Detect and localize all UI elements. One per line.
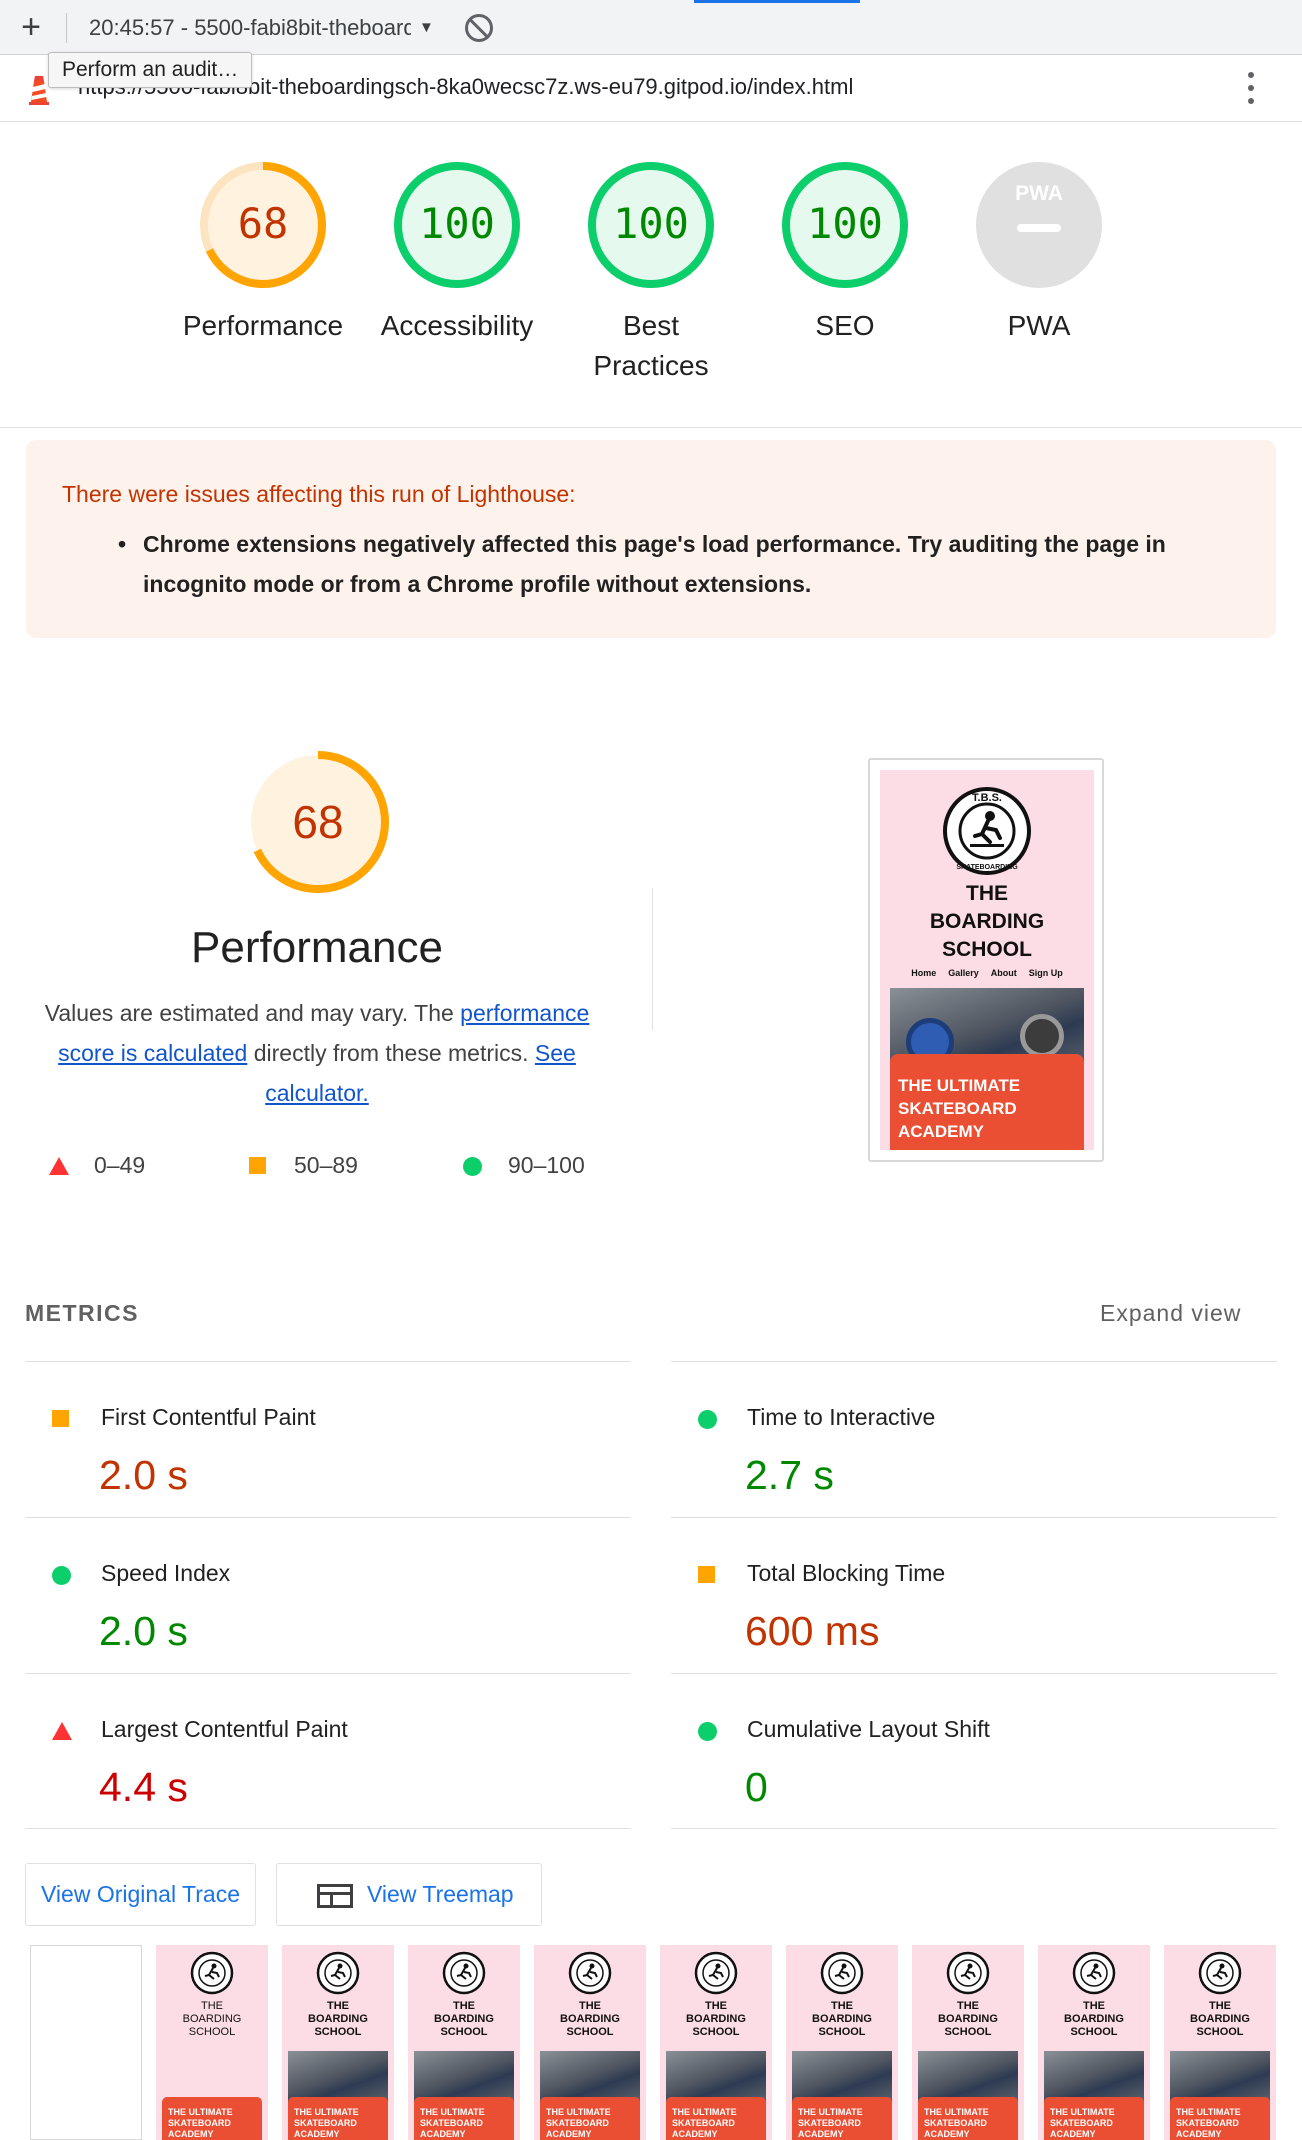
tbs-logo-icon (316, 1951, 360, 1995)
gauge-label: PWA (1007, 310, 1071, 341)
tbs-logo-icon (820, 1951, 864, 1995)
performance-title: Performance (191, 923, 443, 972)
plus-icon: + (21, 8, 41, 46)
screenshot-nav: Home Gallery About Sign Up (911, 968, 1063, 978)
gauge-performance-ring: 68 (200, 162, 326, 288)
filmstrip-frame: THE BOARDING SCHOOL THE ULTIMATE SKATEBOARD A… (1038, 1945, 1150, 2140)
tbs-logo-icon (1198, 1951, 1242, 1995)
filmstrip: THE BOARDING SCHOOL THE ULTIMATE SKATEBOARD A… (30, 1945, 1280, 2140)
metric-tbt: Total Blocking Time 600 ms (671, 1517, 1277, 1673)
report-selector[interactable]: 20:45:57 - 5500-fabi8bit-theboardingsch ▼ (89, 13, 434, 43)
gauge-performance[interactable]: 68 Performance (178, 158, 348, 346)
pass-circle-icon (698, 1722, 717, 1741)
tbs-logo-icon (442, 1951, 486, 1995)
gauge-pwa[interactable]: PWA PWA (954, 158, 1124, 346)
warning-title: There were issues affecting this run of … (62, 481, 576, 507)
metric-cls: Cumulative Layout Shift 0 (671, 1673, 1277, 1829)
gauge-seo[interactable]: 100 SEO (760, 158, 930, 346)
pass-circle-icon (463, 1157, 482, 1176)
gauge-label: Performance (182, 310, 344, 341)
final-screenshot-page: T.B.S. SKATEBOARDING THE BOARDING SCHOOL… (880, 770, 1094, 1150)
pwa-badge-icon: PWA (976, 162, 1102, 288)
svg-text:PWA: PWA (1015, 182, 1063, 205)
gauge-label: Best Practices (593, 310, 709, 381)
filmstrip-frame: THE BOARDING SCHOOL THE ULTIMATE SKATEBOARD A… (786, 1945, 898, 2140)
average-square-icon (698, 1566, 715, 1583)
fail-triangle-icon (52, 1722, 72, 1740)
svg-text:68: 68 (292, 796, 343, 848)
performance-gauge: 68 (247, 751, 389, 893)
filmstrip-frame: THE BOARDING SCHOOL THE ULTIMATE SKATEBOARD A… (912, 1945, 1024, 2140)
filmstrip-frame: THE BOARDING SCHOOL THE ULTIMATE SKATEBOARD A… (408, 1945, 520, 2140)
tbs-logo-icon (694, 1951, 738, 1995)
filmstrip-frame: THE BOARDING SCHOOL THE ULTIMATE SKATEBOARD A… (534, 1945, 646, 2140)
gauge-accessibility[interactable]: 100 Accessibility (372, 158, 542, 346)
new-audit-button[interactable]: + (14, 10, 48, 44)
pass-circle-icon (52, 1566, 71, 1585)
toolbar-divider (66, 13, 67, 43)
dropdown-caret-icon: ▼ (419, 19, 434, 36)
clear-icon[interactable] (465, 14, 493, 42)
run-warnings: There were issues affecting this run of … (26, 440, 1276, 638)
active-indicator (694, 0, 860, 3)
metric-tti: Time to Interactive 2.7 s (671, 1361, 1277, 1517)
category-gauges: 68 Performance 100 Accessibility 100 Bes… (0, 122, 1302, 428)
metric-fcp: First Contentful Paint 2.0 s (25, 1361, 631, 1517)
hero-banner: THE ULTIMATE SKATEBOARD ACADEMY (890, 1054, 1084, 1150)
warning-item: Chrome extensions negatively affected th… (143, 531, 1166, 597)
gauge-label: SEO (815, 310, 875, 341)
gauge-seo-ring: 100 (782, 162, 908, 288)
kebab-menu-icon[interactable] (1240, 70, 1262, 106)
metrics-divider (25, 1828, 631, 1829)
svg-text:68: 68 (238, 199, 289, 248)
tbs-logo-icon (190, 1951, 234, 1995)
gauge-best-practices[interactable]: 100 Best Practices (566, 158, 736, 386)
svg-text:100: 100 (613, 199, 689, 248)
fail-triangle-icon (49, 1157, 69, 1175)
svg-text:100: 100 (807, 199, 883, 248)
filmstrip-frame: THE BOARDING SCHOOL THE ULTIMATE SKATEBOARD A… (660, 1945, 772, 2140)
svg-text:SKATEBOARDING: SKATEBOARDING (956, 864, 1018, 871)
metrics-divider (671, 1828, 1277, 1829)
performance-description: Values are estimated and may vary. The p… (44, 1000, 590, 1106)
expand-view-toggle[interactable]: Expand view (1100, 1300, 1241, 1327)
report-selector-label: 20:45:57 - 5500-fabi8bit-theboardingsch (89, 15, 411, 40)
lighthouse-toolbar: + 20:45:57 - 5500-fabi8bit-theboardingsc… (0, 0, 1302, 55)
filmstrip-frame: THE BOARDING SCHOOL THE ULTIMATE SKATEBOARD A… (282, 1945, 394, 2140)
metrics-heading: METRICS (25, 1300, 139, 1326)
filmstrip-frame: THE BOARDING SCHOOL THE ULTIMATE SKATEBOARD A… (1164, 1945, 1276, 2140)
gauge-best-practices-ring: 100 (588, 162, 714, 288)
filmstrip-frame (30, 1945, 142, 2140)
tbs-logo-icon (1072, 1951, 1116, 1995)
gauge-label: Accessibility (380, 310, 534, 341)
tbs-logo-icon: T.B.S. SKATEBOARDING (943, 787, 1031, 875)
bullet-icon: • (118, 531, 127, 557)
svg-text:100: 100 (419, 199, 495, 248)
tbs-logo-icon (568, 1951, 612, 1995)
average-square-icon (52, 1410, 69, 1427)
view-original-trace-button[interactable]: View Original Trace (25, 1863, 256, 1926)
metric-speed-index: Speed Index 2.0 s (25, 1517, 631, 1673)
filmstrip-frame: THE BOARDING SCHOOL THE ULTIMATE SKATEBOARD A… (156, 1945, 268, 2140)
treemap-icon (317, 1884, 353, 1908)
tbs-logo-icon (946, 1951, 990, 1995)
pass-circle-icon (698, 1410, 717, 1429)
final-screenshot[interactable]: T.B.S. SKATEBOARDING THE BOARDING SCHOOL… (868, 758, 1104, 1162)
section-divider (652, 888, 653, 1030)
tooltip: Perform an audit… (48, 52, 253, 88)
svg-text:T.B.S.: T.B.S. (972, 792, 1002, 804)
gauge-accessibility-ring: 100 (394, 162, 520, 288)
metric-lcp: Largest Contentful Paint 4.4 s (25, 1673, 631, 1829)
average-square-icon (249, 1157, 266, 1174)
view-treemap-button[interactable]: View Treemap (276, 1863, 542, 1926)
